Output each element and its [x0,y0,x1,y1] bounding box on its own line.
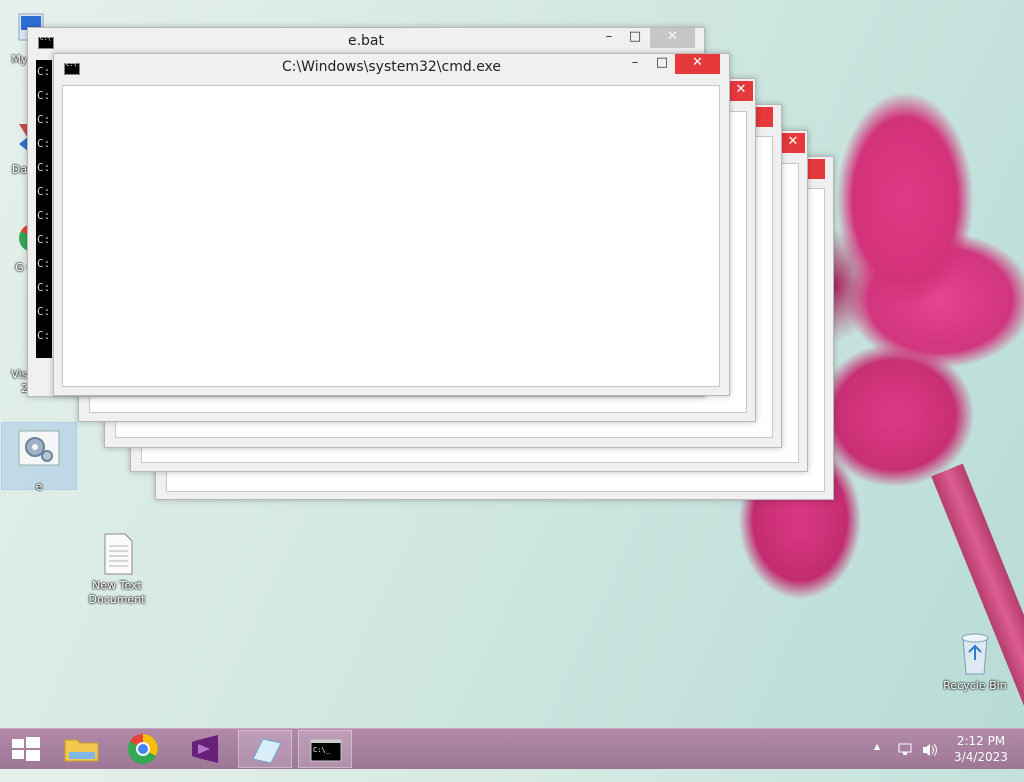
desktop-icon-label: e [35,480,43,493]
batch-file-gear-icon [18,430,60,466]
console-line: C: [37,233,51,246]
text-document-icon [104,533,133,575]
maximize-button[interactable]: □ [622,28,648,48]
ebat-titlebar[interactable]: e.bat – □ ✕ [28,28,704,56]
desktop-icon-label: Recycle Bin [943,679,1007,692]
visual-studio-icon [192,735,218,763]
close-button[interactable]: ✕ [650,28,695,48]
cmd-client-area[interactable] [62,85,720,387]
cmd-titlebar[interactable]: C:\Windows\system32\cmd.exe – □ ✕ [54,54,729,82]
console-line: C: [37,137,51,150]
maximize-button[interactable]: □ [649,54,675,74]
clock-date: 3/4/2023 [954,750,1008,764]
desktop-icon-recycle-bin[interactable]: Recycle Bin [935,630,1015,693]
close-button[interactable]: ✕ [675,54,720,74]
console-line: C: [37,281,51,294]
tray-overflow-arrow[interactable]: ▲ [874,742,880,782]
minimize-button[interactable]: – [622,54,648,74]
taskbar-cmd[interactable]: C:\_ [298,730,352,768]
svg-text:C:\_: C:\_ [313,746,331,754]
console-line: C: [37,209,51,222]
start-button[interactable] [0,730,54,768]
cmd-icon: C:\_ [310,739,342,762]
close-button[interactable]: ✕ [781,133,805,153]
volume-icon[interactable] [920,741,940,781]
console-line: C: [37,257,51,270]
desktop-icon-e[interactable]: e [1,422,77,493]
taskbar-notepad[interactable] [238,730,292,768]
console-line: C: [37,65,51,78]
recycle-bin-icon [961,633,989,675]
console-line: C: [37,89,51,102]
console-line: C: [37,185,51,198]
folder-icon [64,739,99,762]
console-line: C: [37,329,51,342]
console-line: C: [37,113,51,126]
taskbar: C:\_ ▲ 2:12 PM 3/4/2023 [0,728,1024,769]
system-clock[interactable]: 2:12 PM 3/4/2023 [948,733,1014,765]
close-button[interactable]: ✕ [729,81,753,101]
desktop-icon-label: New Text Document [88,579,146,606]
network-icon[interactable] [896,741,916,781]
console-line: C: [37,305,51,318]
taskbar-visual-studio[interactable] [178,730,232,768]
console-line: C: [37,161,51,174]
wallpaper-flower-stem [931,463,1024,774]
windows-logo-icon [12,737,40,761]
chrome-icon [128,733,158,764]
taskbar-chrome[interactable] [116,730,170,768]
minimize-button[interactable]: – [596,28,622,48]
taskbar-file-explorer[interactable] [55,730,109,768]
desktop-icon-new-text-document[interactable]: New Text Document [77,532,157,607]
notepad-icon [252,738,282,764]
clock-time: 2:12 PM [956,734,1006,748]
console-output[interactable]: C: C: C: C: C: C: C: C: C: C: C: C: [36,60,52,358]
cmd-window-front[interactable]: C:\Windows\system32\cmd.exe – □ ✕ [53,53,730,396]
